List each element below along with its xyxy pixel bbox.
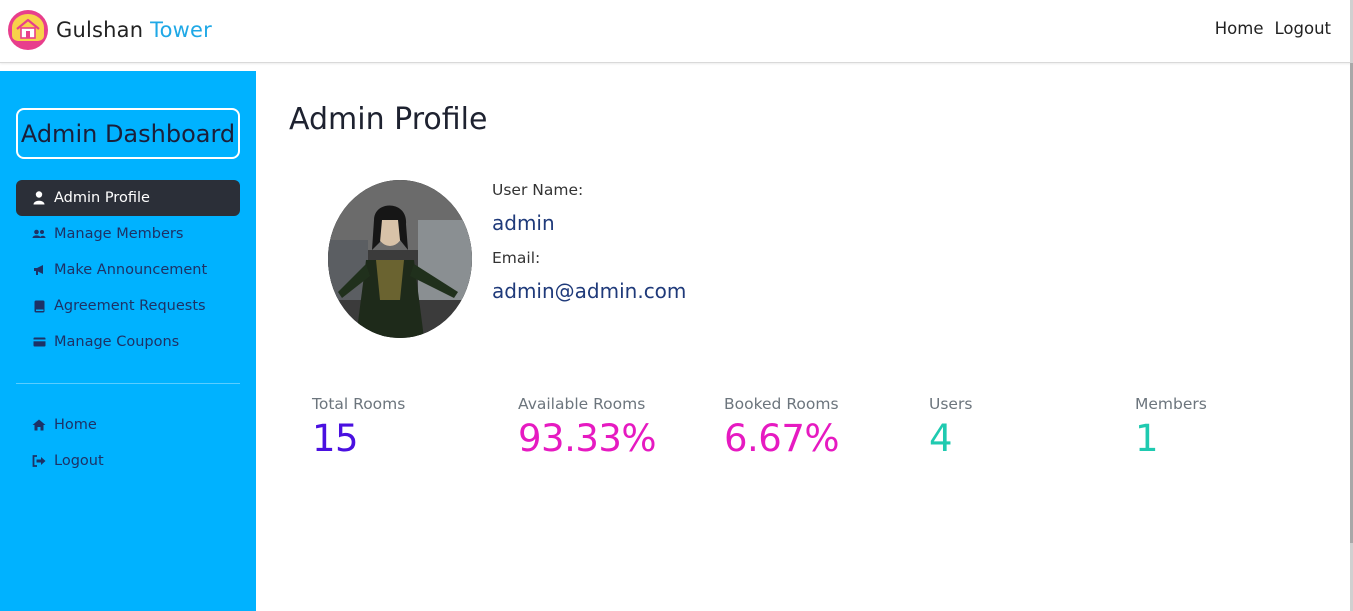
nav-logout-link[interactable]: Logout bbox=[1275, 19, 1332, 38]
logout-icon bbox=[32, 454, 46, 468]
stat-available-rooms: Available Rooms 93.33% bbox=[518, 395, 657, 460]
email-label: Email: bbox=[492, 249, 541, 267]
stat-label: Users bbox=[929, 395, 973, 413]
nav-home-link[interactable]: Home bbox=[1215, 19, 1264, 38]
stat-members: Members 1 bbox=[1135, 395, 1207, 460]
username-label: User Name: bbox=[492, 181, 584, 199]
sidebar-bottom-menu: Home Logout bbox=[16, 407, 240, 479]
sidebar-title: Admin Dashboard bbox=[16, 108, 240, 159]
sidebar-menu: Admin Profile Manage Members Make Announ… bbox=[16, 180, 240, 360]
stat-total-rooms: Total Rooms 15 bbox=[312, 395, 405, 460]
stat-label: Available Rooms bbox=[518, 395, 646, 413]
brand-name-part1: Gulshan bbox=[56, 18, 144, 42]
user-icon bbox=[32, 191, 46, 205]
house-logo-icon bbox=[8, 10, 48, 50]
users-icon bbox=[32, 227, 46, 241]
card-icon bbox=[32, 335, 46, 349]
sidebar-divider bbox=[16, 383, 240, 384]
sidebar-item-manage-members[interactable]: Manage Members bbox=[16, 216, 240, 252]
sidebar-item-label: Home bbox=[54, 417, 97, 433]
stat-value: 93.33% bbox=[518, 417, 657, 460]
stat-value: 1 bbox=[1135, 417, 1159, 460]
sidebar-item-label: Logout bbox=[54, 453, 104, 469]
sidebar-item-make-announcement[interactable]: Make Announcement bbox=[16, 252, 240, 288]
stat-label: Booked Rooms bbox=[724, 395, 839, 413]
stat-value: 6.67% bbox=[724, 417, 840, 460]
avatar bbox=[328, 180, 472, 338]
stat-label: Total Rooms bbox=[312, 395, 406, 413]
sidebar-item-label: Admin Profile bbox=[54, 190, 150, 206]
sidebar-item-admin-profile[interactable]: Admin Profile bbox=[16, 180, 240, 216]
top-navbar: Gulshan Tower Home Logout bbox=[0, 0, 1353, 63]
nav-links: Home Logout bbox=[1215, 19, 1331, 38]
stat-value: 4 bbox=[929, 417, 953, 460]
stat-users: Users 4 bbox=[929, 395, 972, 460]
stat-label: Members bbox=[1135, 395, 1207, 413]
email-value: admin@admin.com bbox=[492, 279, 687, 303]
sidebar-item-logout[interactable]: Logout bbox=[16, 443, 240, 479]
sidebar-item-agreement-requests[interactable]: Agreement Requests bbox=[16, 288, 240, 324]
brand-name: Gulshan Tower bbox=[56, 18, 212, 42]
username-value: admin bbox=[492, 211, 555, 235]
sidebar-item-manage-coupons[interactable]: Manage Coupons bbox=[16, 324, 240, 360]
sidebar-item-label: Make Announcement bbox=[54, 262, 208, 278]
page-title: Admin Profile bbox=[289, 102, 488, 137]
brand[interactable]: Gulshan Tower bbox=[8, 10, 212, 50]
sidebar-item-label: Agreement Requests bbox=[54, 298, 206, 314]
megaphone-icon bbox=[32, 263, 46, 277]
stat-booked-rooms: Booked Rooms 6.67% bbox=[724, 395, 840, 460]
home-icon bbox=[32, 418, 46, 432]
book-icon bbox=[32, 299, 46, 313]
brand-name-part2: Tower bbox=[150, 18, 212, 42]
stat-value: 15 bbox=[312, 417, 359, 460]
sidebar-item-home[interactable]: Home bbox=[16, 407, 240, 443]
sidebar: Admin Dashboard Admin Profile Manage Mem… bbox=[0, 71, 256, 611]
sidebar-item-label: Manage Members bbox=[54, 226, 184, 242]
sidebar-item-label: Manage Coupons bbox=[54, 334, 180, 350]
